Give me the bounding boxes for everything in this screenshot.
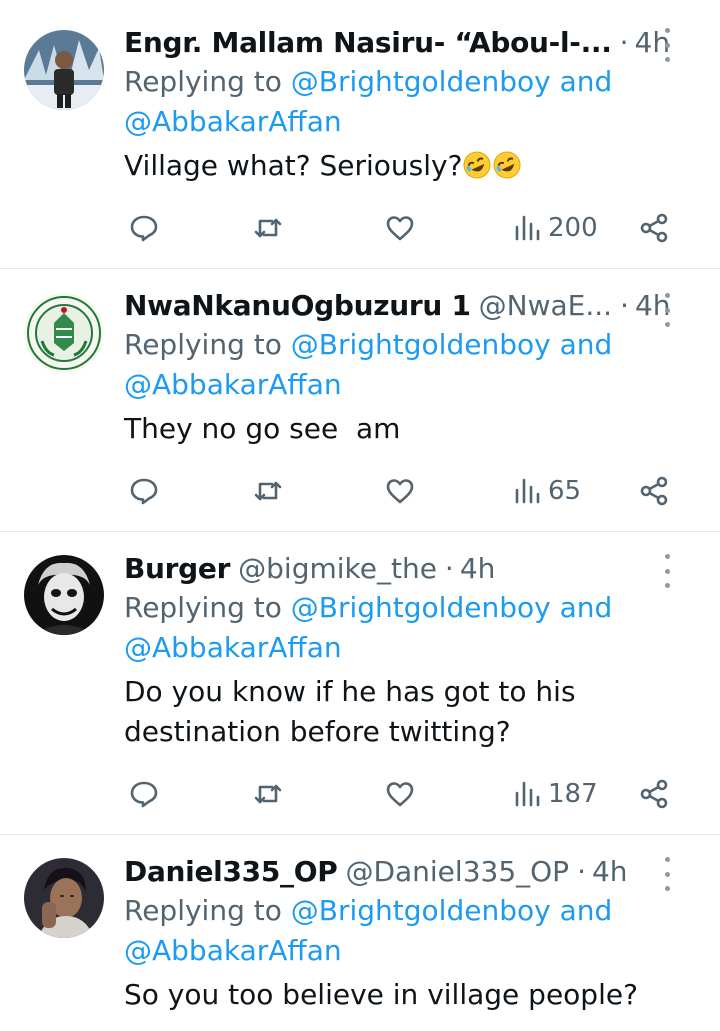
avatar[interactable] — [24, 858, 104, 938]
user-handle[interactable]: @bigmike_the — [238, 552, 437, 585]
reply-icon — [130, 215, 158, 242]
tweet-text-body: Village what? Seriously? — [124, 149, 463, 182]
and-others-link[interactable]: and — [560, 894, 613, 927]
views-button[interactable]: 200 — [512, 208, 598, 248]
timestamp[interactable]: 4h — [460, 552, 496, 585]
reply-icon — [130, 478, 158, 505]
repost-button[interactable] — [252, 471, 284, 511]
reply-icon — [130, 781, 158, 808]
like-button[interactable] — [384, 774, 416, 814]
repost-button[interactable] — [252, 208, 284, 248]
views-chart-icon — [515, 781, 540, 807]
share-icon — [640, 476, 668, 506]
share-button[interactable] — [638, 208, 670, 248]
like-button[interactable] — [384, 208, 416, 248]
like-button[interactable] — [384, 471, 416, 511]
views-chart-icon — [515, 478, 540, 504]
mention-link[interactable]: @Brightgoldenboy — [291, 591, 551, 624]
repost-button[interactable] — [252, 774, 284, 814]
more-options-icon[interactable] — [662, 293, 672, 327]
user-handle[interactable]: @NwaE... — [479, 289, 612, 322]
reply-button[interactable] — [128, 774, 160, 814]
tweet-2[interactable]: NwaNkanuOgbuzuru 1 @NwaE... · 4h Replyin… — [0, 269, 720, 532]
more-options-icon[interactable] — [662, 554, 672, 588]
avatar[interactable] — [24, 30, 104, 110]
share-button[interactable] — [638, 471, 670, 511]
repost-icon — [254, 481, 282, 501]
separator-dot: · — [620, 288, 629, 322]
user-handle[interactable]: @Daniel335_OP — [345, 855, 569, 888]
tweet-1[interactable]: Engr. Mallam Nasiru- “Abou-l-... · 4h Re… — [0, 0, 720, 269]
timestamp[interactable]: 4h — [592, 855, 628, 888]
heart-icon — [386, 216, 414, 241]
display-name[interactable]: Burger — [124, 552, 230, 585]
tweet-text-line: destination before twitting? — [124, 715, 511, 748]
replying-to: Replying to @Brightgoldenboy and @Abbaka… — [124, 588, 702, 668]
tweet-header: Engr. Mallam Nasiru- “Abou-l-... · 4h — [124, 22, 702, 62]
replying-prefix: Replying to — [124, 894, 282, 927]
mention-link[interactable]: @AbbakarAffan — [124, 934, 342, 967]
display-name[interactable]: NwaNkanuOgbuzuru 1 — [124, 289, 471, 322]
heart-icon — [386, 479, 414, 504]
tweet-actions: 187 — [124, 774, 680, 814]
views-count: 65 — [548, 476, 582, 506]
views-count: 200 — [548, 213, 598, 243]
views-button[interactable]: 187 — [512, 774, 598, 814]
more-options-icon[interactable] — [662, 28, 672, 62]
tweet-header: Daniel335_OP @Daniel335_OP · 4h — [124, 851, 702, 891]
and-others-link[interactable]: and — [560, 591, 613, 624]
mention-link[interactable]: @Brightgoldenboy — [291, 894, 551, 927]
tweet-header: NwaNkanuOgbuzuru 1 @NwaE... · 4h — [124, 285, 702, 325]
replying-to: Replying to @Brightgoldenboy and @Abbaka… — [124, 891, 702, 971]
reply-button[interactable] — [128, 471, 160, 511]
rolling-on-floor-laughing-emoji — [493, 151, 521, 179]
mention-link[interactable]: @AbbakarAffan — [124, 368, 342, 401]
tweet-text: Village what? Seriously? — [124, 146, 702, 186]
tweet-actions: 65 — [124, 471, 680, 511]
mention-link[interactable]: @AbbakarAffan — [124, 105, 342, 138]
replying-prefix: Replying to — [124, 328, 282, 361]
tweet-text: They no go see am — [124, 412, 401, 445]
reply-button[interactable] — [128, 208, 160, 248]
tweet-3[interactable]: Burger @bigmike_the · 4h Replying to @Br… — [0, 532, 720, 835]
replying-to: Replying to @Brightgoldenboy and @Abbaka… — [124, 325, 702, 405]
share-icon — [640, 213, 668, 243]
mention-link[interactable]: @Brightgoldenboy — [291, 328, 551, 361]
rolling-on-floor-laughing-emoji — [463, 151, 491, 179]
repost-icon — [254, 218, 282, 238]
repost-icon — [254, 784, 282, 804]
views-chart-icon — [515, 215, 540, 241]
heart-icon — [386, 782, 414, 807]
tweet-text: Do you know if he has got to his destina… — [124, 672, 702, 752]
separator-dot: · — [619, 25, 629, 59]
views-button[interactable]: 65 — [512, 471, 581, 511]
replying-prefix: Replying to — [124, 591, 282, 624]
more-options-icon[interactable] — [662, 857, 672, 891]
and-others-link[interactable]: and — [560, 65, 613, 98]
separator-dot: · — [444, 551, 454, 585]
display-name[interactable]: Engr. Mallam Nasiru- “Abou-l-... — [124, 26, 612, 59]
tweet-header: Burger @bigmike_the · 4h — [124, 548, 702, 588]
separator-dot: · — [577, 854, 586, 888]
tweet-4[interactable]: Daniel335_OP @Daniel335_OP · 4h Replying… — [0, 835, 720, 1031]
replying-prefix: Replying to — [124, 65, 282, 98]
avatar[interactable] — [24, 293, 104, 373]
share-button[interactable] — [638, 774, 670, 814]
avatar[interactable] — [24, 555, 104, 635]
tweet-actions: 200 — [124, 208, 680, 248]
tweet-text-line: Do you know if he has got to his — [124, 675, 576, 708]
mention-link[interactable]: @Brightgoldenboy — [291, 65, 551, 98]
share-icon — [640, 779, 668, 809]
mention-link[interactable]: @AbbakarAffan — [124, 631, 342, 664]
and-others-link[interactable]: and — [560, 328, 613, 361]
display-name[interactable]: Daniel335_OP — [124, 855, 338, 888]
tweet-text: So you too believe in village people? — [124, 978, 638, 1011]
replying-to: Replying to @Brightgoldenboy and @Abbaka… — [124, 62, 702, 142]
views-count: 187 — [548, 779, 598, 809]
